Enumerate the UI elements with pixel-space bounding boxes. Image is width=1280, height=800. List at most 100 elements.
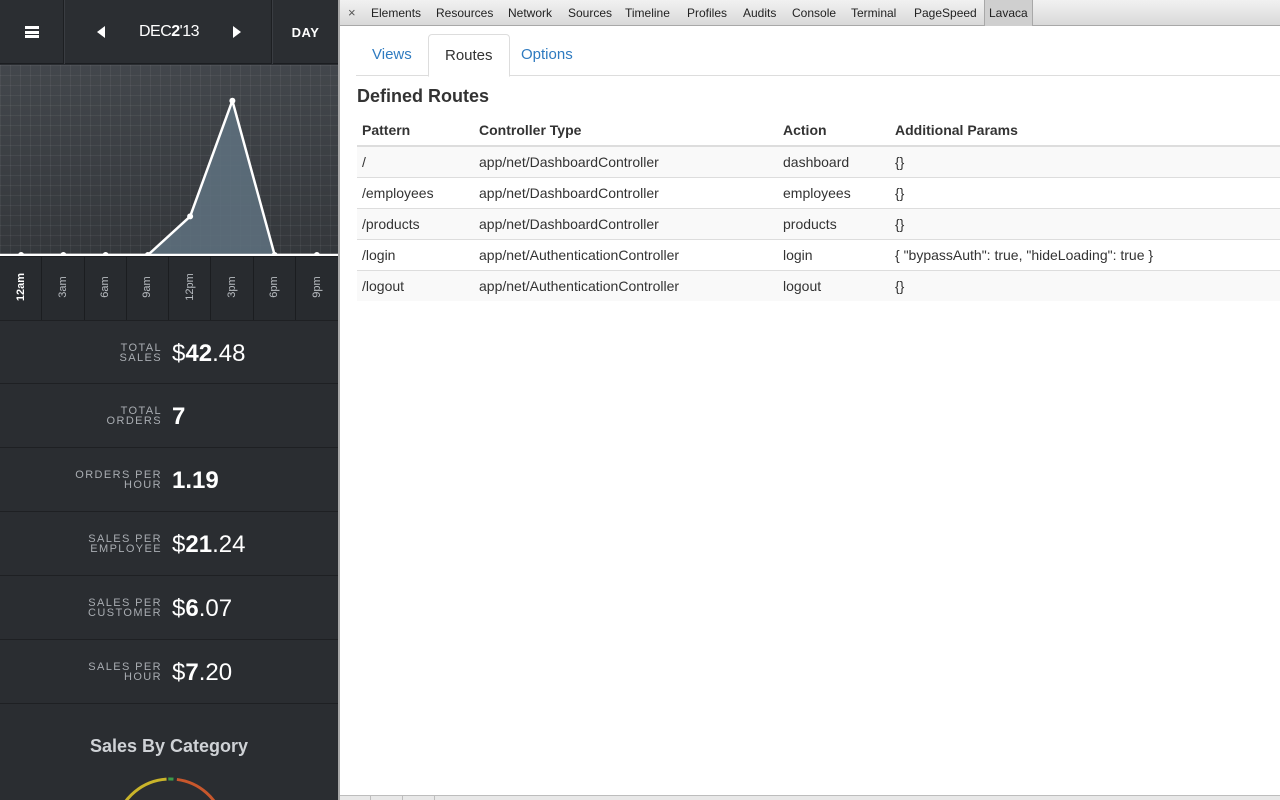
stats-list: TOTAL SALES $42.48 TOTAL ORDERS 7 ORDERS PER HO… <box>0 320 338 704</box>
chart-x-axis: 12am 3am 6am 9am 12pm 3pm 6pm 9pm <box>0 256 338 321</box>
stat-label: TOTAL SALES <box>119 342 162 364</box>
devtools-tab-sources[interactable]: Sources <box>568 0 612 26</box>
devtools-tab-console[interactable]: Console <box>792 0 836 26</box>
chevron-left-icon <box>97 26 105 38</box>
data-point-3pm <box>229 97 236 104</box>
cell-pattern: / <box>357 145 474 177</box>
sales-line-chart <box>0 97 338 258</box>
stat-sales-per-customer: SALES PER CUSTOMER $6.07 <box>0 576 338 640</box>
tab-routes[interactable]: Routes <box>428 34 510 77</box>
app-header: DEC2'13 DAY <box>0 0 338 64</box>
chevron-right-icon <box>233 26 241 38</box>
hamburger-menu-icon <box>24 26 39 38</box>
x-tick-12pm[interactable]: 12pm <box>169 257 212 321</box>
stat-label: SALES PER EMPLOYEE <box>88 533 162 555</box>
x-tick-9am[interactable]: 9am <box>127 257 169 321</box>
stat-value: $42.48 <box>172 340 246 367</box>
devtools-tab-terminal[interactable]: Terminal <box>851 0 896 26</box>
sales-area-fill <box>21 100 317 255</box>
cell-pattern: /logout <box>357 269 474 301</box>
next-date-button[interactable] <box>227 24 247 40</box>
close-icon[interactable]: × <box>348 0 356 26</box>
devtools-tab-timeline[interactable]: Timeline <box>625 0 670 26</box>
cell-action: logout <box>778 269 890 301</box>
donut-segment-1 <box>124 777 167 800</box>
cell-controller-type: app/net/DashboardController <box>474 207 778 239</box>
devtools-panel: × Elements Resources Network Sources Timelin… <box>338 0 1280 800</box>
cell-controller-type: app/net/DashboardController <box>474 145 778 177</box>
x-tick-label: 3pm <box>225 276 238 298</box>
range-day-button[interactable]: DAY <box>272 0 338 64</box>
section-title: Defined Routes <box>357 86 490 106</box>
devtools-tab-audits[interactable]: Audits <box>743 0 776 26</box>
table-body: / app/net/DashboardController dashboard{} /… <box>357 145 1280 301</box>
stat-label: ORDERS PER HOUR <box>75 469 162 491</box>
x-tick-label: 9pm <box>310 276 323 298</box>
cell-additional-params: {} <box>890 145 1280 177</box>
x-tick-label: 6pm <box>268 276 281 298</box>
cell-additional-params: {} <box>890 269 1280 301</box>
x-tick-3am[interactable]: 3am <box>42 257 85 321</box>
cell-controller-type: app/net/DashboardController <box>474 176 778 208</box>
cell-additional-params: { "bypassAuth": true, "hideLoading": tru… <box>890 238 1280 270</box>
x-tick-label: 6am <box>99 276 112 298</box>
date-year: '13 <box>179 23 200 40</box>
table-row: /logout app/net/AuthenticationController l… <box>357 269 1280 301</box>
cell-action: employees <box>778 176 890 208</box>
devtools-toolbar: × Elements Resources Network Sources Timelin… <box>340 0 1280 26</box>
x-tick-label: 9am <box>141 276 154 298</box>
devtools-status-bar <box>340 795 1280 800</box>
x-tick-6pm[interactable]: 6pm <box>254 257 296 321</box>
devtools-tab-lavaca[interactable]: Lavaca <box>984 0 1033 26</box>
cell-action: products <box>778 207 890 239</box>
cell-pattern: /products <box>357 207 474 239</box>
stat-value: $7.20 <box>172 659 233 686</box>
column-header-action: Action <box>778 115 890 147</box>
devtools-tab-profiles[interactable]: Profiles <box>687 0 727 26</box>
tab-options[interactable]: Options <box>505 34 589 76</box>
category-donut-chart <box>124 777 216 800</box>
x-tick-3pm[interactable]: 3pm <box>211 257 254 321</box>
stat-value: $6.07 <box>172 595 233 622</box>
devtools-tab-elements[interactable]: Elements <box>371 0 421 26</box>
stat-value: $21.24 <box>172 531 246 558</box>
stat-label: SALES PER CUSTOMER <box>88 597 162 619</box>
column-header-controller-type: Controller Type <box>474 115 778 147</box>
stat-total-orders: TOTAL ORDERS 7 <box>0 384 338 448</box>
x-tick-label: 12am <box>14 272 27 302</box>
table-row: /employees app/net/DashboardController emp… <box>357 176 1280 208</box>
tab-views[interactable]: Views <box>356 34 428 76</box>
donut-segment-3 <box>176 777 216 800</box>
stat-sales-per-employee: SALES PER EMPLOYEE $21.24 <box>0 512 338 576</box>
date-navigator: DEC2'13 <box>64 0 272 64</box>
previous-date-button[interactable] <box>91 24 111 40</box>
column-header-additional-params: Additional Params <box>890 115 1280 147</box>
lavaca-sub-tabs: Views Routes Options <box>356 34 1280 77</box>
table-row: /login app/net/AuthenticationController lo… <box>357 238 1280 270</box>
date-day: 2 <box>171 23 180 40</box>
devtools-tab-pagespeed[interactable]: PageSpeed <box>914 0 977 26</box>
table-header-row: Pattern Controller Type Action Additional P… <box>357 115 1280 147</box>
devtools-tab-resources[interactable]: Resources <box>436 0 493 26</box>
cell-pattern: /employees <box>357 176 474 208</box>
cell-pattern: /login <box>357 238 474 270</box>
devtools-tab-network[interactable]: Network <box>508 0 552 26</box>
date-month: DEC <box>138 23 172 40</box>
x-tick-9pm[interactable]: 9pm <box>296 257 338 321</box>
menu-button[interactable] <box>0 0 64 64</box>
x-tick-12am[interactable]: 12am <box>0 257 43 321</box>
cell-additional-params: {} <box>890 176 1280 208</box>
cell-action: login <box>778 238 890 270</box>
cell-action: dashboard <box>778 145 890 177</box>
x-tick-label: 3am <box>56 276 69 298</box>
stat-orders-per-hour: ORDERS PER HOUR 1.19 <box>0 448 338 512</box>
stat-value: 7 <box>172 403 186 430</box>
stat-value: 1.19 <box>172 467 219 494</box>
column-header-pattern: Pattern <box>357 115 474 147</box>
sales-by-category-title: Sales By Category <box>89 736 249 756</box>
x-tick-label: 12pm <box>183 273 196 301</box>
cell-controller-type: app/net/AuthenticationController <box>474 269 778 301</box>
data-point-12pm <box>187 213 194 220</box>
x-tick-6am[interactable]: 6am <box>85 257 127 321</box>
stat-label: SALES PER HOUR <box>88 661 162 683</box>
